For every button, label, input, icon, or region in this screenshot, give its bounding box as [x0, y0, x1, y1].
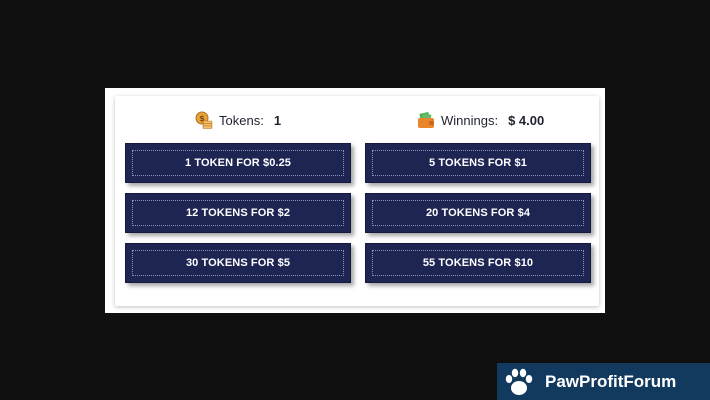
- watermark-text: PawProfitForum: [545, 371, 677, 391]
- buy-55-tokens-button[interactable]: 55 TOKENS FOR $10: [365, 243, 591, 283]
- button-label: 20 TOKENS FOR $4: [425, 207, 531, 219]
- winnings-stat: Winnings: $ 4.00: [417, 110, 544, 130]
- token-store-panel: $ Tokens: 1 Winnings: $ 4.00 1 TOKEN FOR…: [105, 88, 605, 313]
- paw-icon: [505, 368, 533, 395]
- tokens-stat: $ Tokens: 1: [195, 110, 281, 130]
- buy-12-tokens-button[interactable]: 12 TOKENS FOR $2: [125, 193, 351, 233]
- button-label: 5 TOKENS FOR $1: [429, 157, 527, 169]
- wallet-icon: [418, 112, 434, 128]
- coin-icon: $: [195, 111, 213, 129]
- buy-30-tokens-button[interactable]: 30 TOKENS FOR $5: [125, 243, 351, 283]
- button-label: 30 TOKENS FOR $5: [185, 257, 291, 269]
- buy-20-tokens-button[interactable]: 20 TOKENS FOR $4: [365, 193, 591, 233]
- button-label: 55 TOKENS FOR $10: [422, 257, 534, 269]
- tokens-value: 1: [273, 112, 282, 128]
- token-store-card: $ Tokens: 1 Winnings: $ 4.00 1 TOKEN FOR…: [115, 96, 599, 306]
- winnings-label: Winnings:: [441, 112, 499, 128]
- button-label: 12 TOKENS FOR $2: [185, 207, 291, 219]
- winnings-value: $ 4.00: [508, 112, 545, 128]
- watermark-badge: PawProfitForum: [497, 363, 710, 400]
- buy-1-token-button[interactable]: 1 TOKEN FOR $0.25: [125, 143, 351, 183]
- purchase-options-grid: 1 TOKEN FOR $0.25 5 TOKENS FOR $1 12 TOK…: [125, 143, 591, 283]
- buy-5-tokens-button[interactable]: 5 TOKENS FOR $1: [365, 143, 591, 183]
- button-label: 1 TOKEN FOR $0.25: [184, 157, 292, 169]
- tokens-label: Tokens:: [219, 112, 264, 128]
